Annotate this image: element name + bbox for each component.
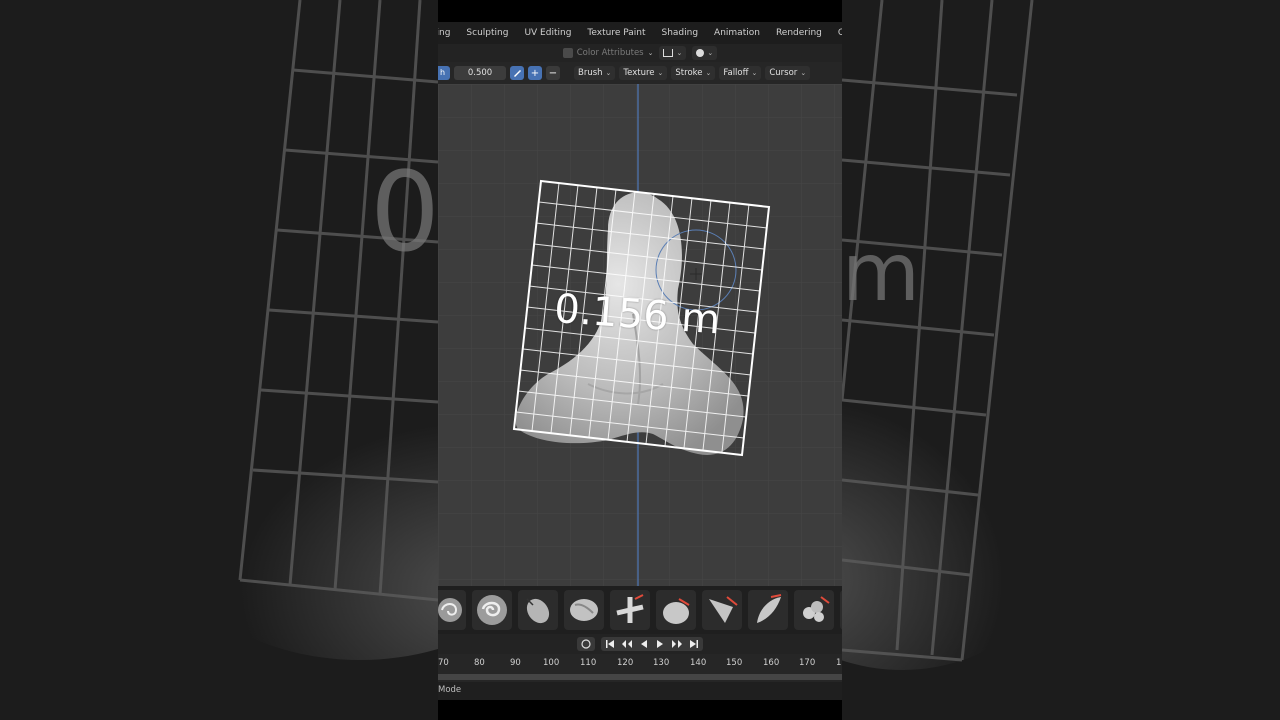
blender-window: ling Sculpting UV Editing Texture Paint …: [438, 0, 842, 720]
frame-label: 150: [726, 658, 743, 668]
status-bar: Mode: [438, 682, 842, 700]
tool-settings-bar: h 0.500 + − Brush ⌄ Texture ⌄ Stroke ⌄ Fall…: [438, 62, 842, 84]
background-right-blur: m: [842, 0, 1280, 720]
record-circle-icon: [581, 639, 591, 649]
frame-label: 90: [510, 658, 521, 668]
cursor-menu[interactable]: Cursor ⌄: [765, 66, 811, 80]
frame-label: 1: [836, 658, 842, 668]
frame-label: 140: [690, 658, 707, 668]
shading-selector[interactable]: ⌄: [692, 46, 718, 60]
symmetry-selector[interactable]: ⌄: [659, 46, 687, 60]
tab-texture-paint[interactable]: Texture Paint: [579, 22, 653, 44]
brush-thumbnail: [477, 595, 507, 625]
stroke-menu-label: Stroke: [675, 68, 703, 78]
brush-thumbnail: [438, 598, 462, 622]
play-icon[interactable]: [655, 639, 665, 649]
playback-controls: [438, 634, 842, 654]
color-attributes-selector[interactable]: Color Attributes ⌄: [562, 48, 654, 58]
frame-label: 160: [763, 658, 780, 668]
nudge-brush-icon[interactable]: [610, 590, 650, 630]
chevron-down-icon: ⌄: [800, 69, 807, 77]
brush-thumbnail: [570, 599, 598, 621]
next-keyframe-icon[interactable]: [671, 639, 683, 649]
jump-start-icon[interactable]: [605, 639, 615, 649]
twist-brush-icon[interactable]: [472, 590, 512, 630]
texture-menu-label: Texture: [623, 68, 655, 78]
shading-sphere-icon: [696, 49, 705, 57]
cloth-brush-icon[interactable]: [794, 590, 834, 630]
strength-label-partial[interactable]: h: [438, 66, 450, 80]
frame-label: 80: [474, 658, 485, 668]
brush-menu-label: Brush: [578, 68, 603, 78]
chevron-down-icon: ⌄: [751, 69, 758, 77]
background-right-art: m: [842, 0, 1280, 720]
frame-label: 110: [580, 658, 597, 668]
subtract-direction-button[interactable]: −: [546, 66, 560, 80]
frame-label: 130: [653, 658, 670, 668]
color-attributes-icon: [562, 48, 573, 58]
3d-viewport[interactable]: [438, 84, 842, 586]
color-attributes-label: Color Attributes: [576, 48, 644, 58]
symmetry-icon: [663, 49, 674, 57]
brush-thumbnail: [526, 598, 550, 624]
keyframe-mode-button[interactable]: [577, 637, 595, 651]
frame-label: 70: [438, 658, 449, 668]
boundary-brush-icon[interactable]: [748, 590, 788, 630]
viewport-canvas: [438, 84, 842, 586]
brush-asset-shelf: [438, 586, 842, 634]
tab-compositing-partial[interactable]: Comp: [830, 22, 842, 44]
chevron-down-icon: ⌄: [676, 49, 683, 57]
tab-shading[interactable]: Shading: [653, 22, 706, 44]
slide-relax-brush-icon[interactable]: [702, 590, 742, 630]
prev-keyframe-icon[interactable]: [621, 639, 633, 649]
tab-sculpting[interactable]: Sculpting: [458, 22, 516, 44]
tab-rendering[interactable]: Rendering: [768, 22, 830, 44]
falloff-menu[interactable]: Falloff ⌄: [719, 66, 762, 80]
tab-uv-editing[interactable]: UV Editing: [516, 22, 579, 44]
brush-thumbnail: [803, 596, 830, 622]
workspace-tabs-bar: ling Sculpting UV Editing Texture Paint …: [438, 22, 842, 44]
pen-pressure-button[interactable]: [510, 66, 524, 80]
frame-label: 120: [617, 658, 634, 668]
chevron-down-icon: ⌄: [647, 49, 654, 57]
status-mode-text: Mode: [438, 685, 462, 695]
brush-thumbnail: [757, 594, 782, 623]
cursor-menu-label: Cursor: [769, 68, 798, 78]
letterbox-bottom: [438, 700, 842, 720]
falloff-menu-label: Falloff: [723, 68, 749, 78]
chevron-down-icon: ⌄: [605, 69, 612, 77]
extra-brush-icon[interactable]: [840, 590, 842, 630]
timeline-track[interactable]: [438, 674, 842, 680]
play-reverse-icon[interactable]: [639, 639, 649, 649]
thumb-brush-icon[interactable]: [518, 590, 558, 630]
pen-pressure-icon: [514, 70, 521, 77]
letterbox-top: [438, 0, 842, 22]
frame-label: 100: [543, 658, 560, 668]
transport-buttons: [601, 637, 703, 651]
background-left-blur: 0: [0, 0, 438, 720]
texture-menu[interactable]: Texture ⌄: [619, 66, 668, 80]
stroke-menu[interactable]: Stroke ⌄: [671, 66, 716, 80]
jump-end-icon[interactable]: [689, 639, 699, 649]
svg-text:0: 0: [370, 148, 438, 276]
brush-thumbnail: [616, 594, 644, 623]
brush-menu[interactable]: Brush ⌄: [574, 66, 616, 80]
brush-thumbnail: [663, 598, 690, 624]
chevron-down-icon: ⌄: [657, 69, 664, 77]
brush-thumbnail: [709, 596, 738, 623]
viewport-header: Color Attributes ⌄ ⌄ ⌄: [438, 44, 842, 62]
timeline[interactable]: 70 80 90 100 110 120 130 140 150 160 170…: [438, 654, 842, 682]
strength-field[interactable]: 0.500: [454, 66, 506, 80]
chevron-down-icon: ⌄: [707, 49, 714, 57]
add-direction-button[interactable]: +: [528, 66, 542, 80]
background-left-art: 0: [0, 0, 438, 720]
rotate-brush-icon[interactable]: [656, 590, 696, 630]
tab-layout-partial[interactable]: ling: [438, 22, 458, 44]
frame-label: 170: [799, 658, 816, 668]
chevron-down-icon: ⌄: [705, 69, 712, 77]
snake-hook-brush-icon[interactable]: [438, 590, 466, 630]
svg-text:m: m: [842, 226, 920, 319]
pose-brush-icon[interactable]: [564, 590, 604, 630]
tab-animation[interactable]: Animation: [706, 22, 768, 44]
